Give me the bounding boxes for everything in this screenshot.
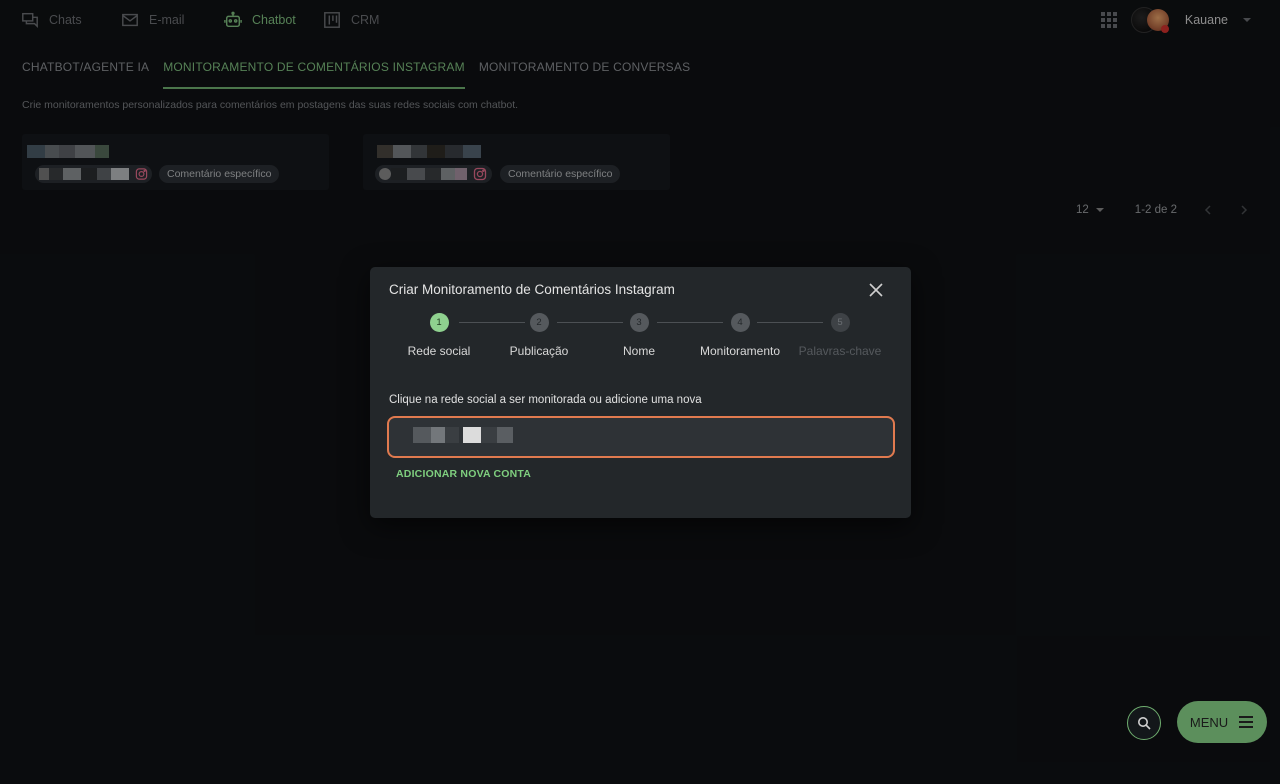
step-number: 5 [830, 313, 850, 332]
redacted-account [413, 427, 513, 443]
search-icon [1138, 717, 1151, 730]
close-icon[interactable] [869, 283, 883, 297]
hamburger-icon [1239, 716, 1254, 728]
create-monitor-dialog: Criar Monitoramento de Comentários Insta… [370, 267, 911, 518]
add-account-button[interactable]: ADICIONAR NOVA CONTA [396, 468, 531, 480]
instruction-text: Clique na rede social a ser monitorada o… [389, 394, 702, 406]
menu-label: MENU [1189, 714, 1229, 730]
search-button[interactable] [1127, 706, 1161, 740]
step-number: 1 [429, 313, 449, 332]
social-account-option[interactable] [387, 416, 895, 458]
step-label: Palavras-chave [798, 344, 882, 358]
step-number: 4 [730, 313, 750, 332]
step-palavras-chave: 5 Palavras-chave [780, 313, 900, 358]
step-number: 3 [629, 313, 649, 332]
menu-button[interactable]: MENU [1177, 701, 1267, 743]
step-number: 2 [529, 313, 549, 332]
stepper: 1 Rede social 2 Publicação 3 Nome 4 Moni… [370, 313, 911, 363]
dialog-title: Criar Monitoramento de Comentários Insta… [389, 282, 675, 297]
